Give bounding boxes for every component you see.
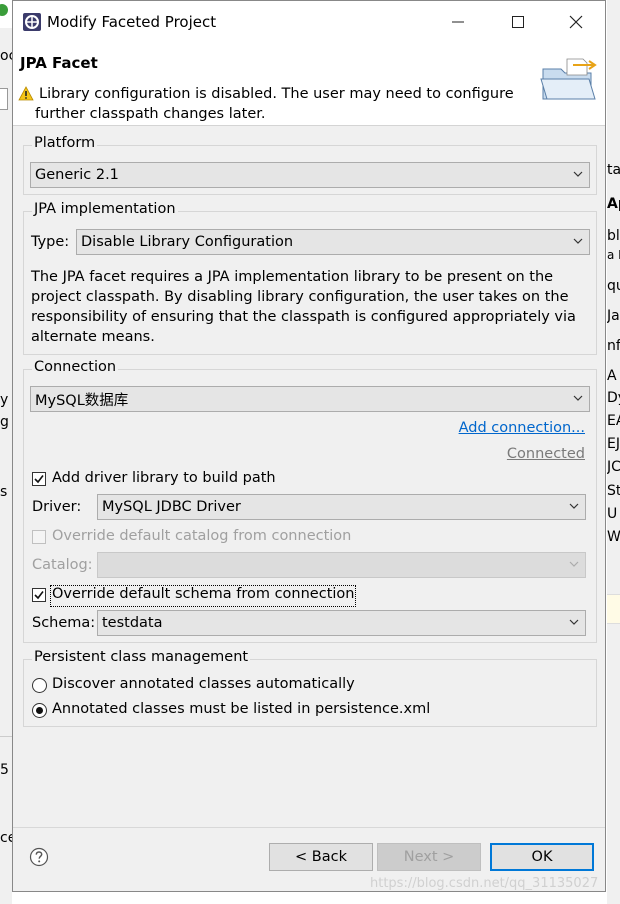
persistent-class-group: Persistent class management Discover ann… — [23, 649, 597, 727]
driver-select-value: MySQL JDBC Driver — [102, 499, 241, 515]
description-line: The JPA facet requires a JPA implementat… — [31, 269, 554, 285]
title-bar[interactable]: Modify Faceted Project — [13, 1, 605, 43]
chevron-down-icon — [569, 619, 579, 625]
bg-left-text: g — [0, 414, 9, 430]
listed-classes-radio[interactable] — [32, 703, 47, 718]
description-line: alternate means. — [31, 329, 155, 345]
back-button[interactable]: < Back — [269, 843, 373, 871]
minimize-button[interactable] — [435, 5, 481, 39]
radio-selected-dot — [36, 707, 43, 714]
jpa-type-select-value: Disable Library Configuration — [81, 234, 294, 250]
driver-select[interactable]: MySQL JDBC Driver — [97, 494, 586, 520]
bg-right-text: A — [607, 368, 617, 384]
help-icon[interactable] — [29, 847, 49, 867]
listed-classes-label[interactable]: Annotated classes must be listed in pers… — [52, 701, 430, 717]
warning-line: further classpath changes later. — [35, 106, 266, 122]
catalog-select[interactable] — [97, 552, 586, 578]
checkmark-icon — [34, 475, 44, 484]
background-window-right: ta Ap bl a B qu Ja nfl A Dy EA EJ JC St … — [607, 0, 620, 904]
connected-status-link[interactable]: Connected — [507, 446, 585, 462]
schema-select-value: testdata — [102, 615, 163, 631]
chevron-down-icon — [569, 503, 579, 509]
platform-select-value: Generic 2.1 — [35, 167, 119, 183]
bg-right-panel — [607, 594, 620, 624]
connection-select[interactable]: MySQL数据库 — [30, 386, 590, 412]
bg-left-text: oc — [0, 48, 12, 64]
bg-left-text: s — [0, 484, 8, 500]
schema-label: Schema: — [32, 615, 96, 631]
warning-message: Library configuration is disabled. The u… — [35, 84, 525, 124]
bg-left-text: ce — [0, 830, 12, 846]
connection-group: Connection MySQL数据库 Add connection... Co… — [23, 359, 597, 643]
type-label: Type: — [31, 234, 70, 250]
chevron-down-icon — [573, 171, 583, 177]
jpa-implementation-group-label: JPA implementation — [32, 201, 178, 217]
warning-icon — [18, 86, 34, 101]
bg-right-text: EA — [607, 413, 620, 429]
checkmark-icon — [34, 591, 44, 600]
bg-left-toolbar — [0, 0, 12, 28]
bg-right-text: EJ — [607, 436, 620, 452]
chevron-down-icon — [573, 238, 583, 244]
override-catalog-label[interactable]: Override default catalog from connection — [52, 528, 351, 544]
bg-left-input — [0, 88, 8, 110]
watermark: https://blog.csdn.net/qq_31135027 — [370, 876, 599, 891]
bg-right-text: Ja — [607, 308, 620, 324]
description-line: project classpath. By disabling library … — [31, 289, 569, 305]
bg-right-text: a B — [607, 248, 620, 262]
persistent-class-group-label: Persistent class management — [32, 649, 251, 665]
bg-right-text: W — [607, 529, 620, 545]
minimize-icon — [452, 21, 464, 23]
add-connection-link[interactable]: Add connection... — [459, 420, 585, 436]
modify-faceted-project-dialog: Modify Faceted Project JPA Facet Library… — [12, 0, 606, 892]
folder-banner-icon — [540, 58, 597, 100]
override-schema-checkbox[interactable] — [32, 588, 46, 602]
bg-right-text: JC — [607, 459, 620, 475]
page-title: JPA Facet — [20, 54, 98, 72]
chevron-down-icon — [573, 395, 583, 401]
close-icon — [569, 15, 583, 29]
footer-divider — [13, 827, 605, 828]
bg-right-text: U — [607, 506, 618, 522]
discover-classes-label[interactable]: Discover annotated classes automatically — [52, 676, 355, 692]
close-button[interactable] — [553, 5, 599, 39]
bg-right-text: Ap — [607, 196, 620, 212]
discover-classes-radio[interactable] — [32, 678, 47, 693]
override-catalog-checkbox[interactable] — [32, 530, 46, 544]
connection-group-label: Connection — [32, 359, 119, 375]
platform-select[interactable]: Generic 2.1 — [30, 162, 590, 188]
description-line: responsibility of ensuring that the clas… — [31, 309, 576, 325]
window-title: Modify Faceted Project — [47, 13, 217, 31]
maximize-button[interactable] — [495, 5, 541, 39]
warning-line: Library configuration is disabled. The u… — [39, 86, 514, 102]
add-driver-checkbox[interactable] — [32, 472, 46, 486]
bg-right-text: bl — [607, 228, 620, 244]
platform-group: Platform Generic 2.1 — [23, 135, 597, 195]
connection-select-value: MySQL数据库 — [35, 392, 129, 409]
driver-label: Driver: — [32, 499, 82, 515]
schema-select[interactable]: testdata — [97, 610, 586, 636]
bg-left-text: 5 — [0, 762, 9, 778]
jpa-type-select[interactable]: Disable Library Configuration — [76, 229, 590, 255]
jpa-description: The JPA facet requires a JPA implementat… — [31, 267, 591, 347]
chevron-down-icon — [569, 561, 579, 567]
bg-right-text: qu — [607, 278, 620, 294]
platform-group-label: Platform — [32, 135, 98, 151]
bg-right-text: St — [607, 483, 620, 499]
bg-left-divider — [0, 736, 12, 737]
background-window-left: oc y g s 5 ce — [0, 0, 12, 904]
override-schema-label[interactable]: Override default schema from connection — [52, 586, 354, 602]
catalog-label: Catalog: — [32, 557, 93, 573]
bg-right-text: nfl — [607, 338, 620, 354]
bg-right-text: ta — [607, 162, 620, 178]
add-driver-label[interactable]: Add driver library to build path — [52, 470, 276, 486]
wizard-header: JPA Facet Library configuration is disab… — [13, 43, 605, 126]
ok-button[interactable]: OK — [490, 843, 594, 871]
next-button[interactable]: Next > — [377, 843, 481, 871]
eclipse-app-icon — [23, 13, 41, 31]
bg-left-text: y — [0, 392, 9, 408]
maximize-icon — [512, 16, 524, 28]
bg-right-text: Dy — [607, 390, 620, 406]
